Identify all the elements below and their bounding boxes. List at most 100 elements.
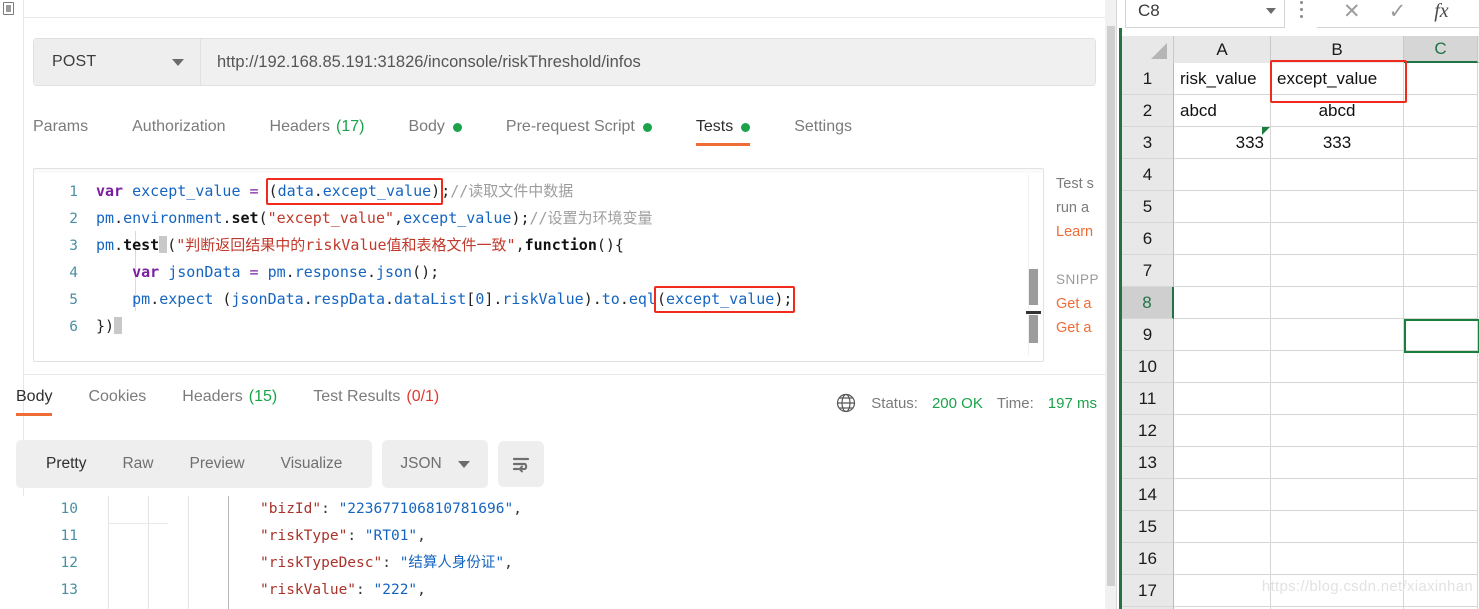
cell-B3[interactable]: 333 — [1271, 127, 1404, 159]
row-header-9[interactable]: 9 — [1122, 319, 1174, 351]
cell-B2[interactable]: abcd — [1271, 95, 1404, 127]
editor-scrollbar-thumb[interactable] — [1029, 269, 1038, 305]
cell-B4[interactable] — [1271, 159, 1404, 191]
row-header-16[interactable]: 16 — [1122, 543, 1174, 575]
cell-A3[interactable]: 333 — [1174, 127, 1271, 159]
cell-B12[interactable] — [1271, 415, 1404, 447]
cell-C4[interactable] — [1404, 159, 1478, 191]
row-header-6[interactable]: 6 — [1122, 223, 1174, 255]
excel-outer-scrollbar[interactable] — [1107, 26, 1115, 586]
row-header-17[interactable]: 17 — [1122, 575, 1174, 607]
cell-A16[interactable] — [1174, 543, 1271, 575]
cell-A1[interactable]: risk_value — [1174, 63, 1271, 95]
viewer-mode-visualize[interactable]: Visualize — [263, 455, 361, 473]
wrap-text-button[interactable] — [497, 441, 544, 487]
cell-B6[interactable] — [1271, 223, 1404, 255]
cell-C12[interactable] — [1404, 415, 1478, 447]
cell-A2[interactable]: abcd — [1174, 95, 1271, 127]
cell-B5[interactable] — [1271, 191, 1404, 223]
cell-B13[interactable] — [1271, 447, 1404, 479]
select-all-corner[interactable] — [1122, 36, 1174, 63]
check-icon[interactable]: ✓ — [1389, 1, 1407, 22]
response-format-selector[interactable]: JSON — [382, 440, 488, 488]
cell-A15[interactable] — [1174, 511, 1271, 543]
insert-function-icon[interactable]: fx — [1434, 1, 1448, 21]
cell-A6[interactable] — [1174, 223, 1271, 255]
cell-B7[interactable] — [1271, 255, 1404, 287]
cell-A5[interactable] — [1174, 191, 1271, 223]
response-json-body[interactable]: 10 "bizId": "223677106810781696", 11 "risk… — [16, 496, 1097, 609]
tab-params[interactable]: Params — [33, 118, 88, 146]
cell-A8[interactable] — [1174, 287, 1271, 319]
cell-B14[interactable] — [1271, 479, 1404, 511]
cell-C15[interactable] — [1404, 511, 1478, 543]
cell-C14[interactable] — [1404, 479, 1478, 511]
response-tab-test-results[interactable]: Test Results (0/1) — [313, 388, 439, 416]
cell-C11[interactable] — [1404, 383, 1478, 415]
cell-C10[interactable] — [1404, 351, 1478, 383]
excel-grid[interactable]: A B C 1 risk_value except_value 2 abcd abcd 3 3… — [1122, 36, 1479, 609]
help-learn-link[interactable]: Learn — [1056, 220, 1104, 244]
globe-icon[interactable] — [835, 392, 857, 414]
row-header-15[interactable]: 15 — [1122, 511, 1174, 543]
cell-B8[interactable] — [1271, 287, 1404, 319]
viewer-mode-preview[interactable]: Preview — [172, 455, 263, 473]
column-header-c[interactable]: C — [1404, 36, 1478, 63]
row-header-8[interactable]: 8 — [1122, 287, 1174, 319]
cell-C16[interactable] — [1404, 543, 1478, 575]
row-header-13[interactable]: 13 — [1122, 447, 1174, 479]
cancel-icon[interactable]: ✕ — [1343, 1, 1361, 22]
cell-A13[interactable] — [1174, 447, 1271, 479]
cell-B15[interactable] — [1271, 511, 1404, 543]
snippet-link-1[interactable]: Get a — [1056, 292, 1104, 316]
cell-A9[interactable] — [1174, 319, 1271, 351]
cell-A7[interactable] — [1174, 255, 1271, 287]
cell-A12[interactable] — [1174, 415, 1271, 447]
tab-body[interactable]: Body — [408, 118, 462, 146]
column-header-a[interactable]: A — [1174, 36, 1271, 63]
http-method-selector[interactable]: POST — [34, 39, 201, 85]
snippet-link-2[interactable]: Get a — [1056, 316, 1104, 340]
viewer-mode-raw[interactable]: Raw — [104, 455, 171, 473]
row-header-3[interactable]: 3 — [1122, 127, 1174, 159]
viewer-mode-pretty[interactable]: Pretty — [28, 455, 104, 473]
row-header-2[interactable]: 2 — [1122, 95, 1174, 127]
cell-A17[interactable] — [1174, 575, 1271, 607]
editor-scrollbar-thumb-secondary[interactable] — [1029, 315, 1038, 343]
response-tab-cookies[interactable]: Cookies — [88, 388, 146, 416]
tab-tests[interactable]: Tests — [695, 118, 751, 146]
tests-script-editor[interactable]: 1 var except_value = (data.except_value);… — [33, 168, 1044, 362]
column-header-b[interactable]: B — [1271, 36, 1404, 63]
cell-B16[interactable] — [1271, 543, 1404, 575]
cell-B9[interactable] — [1271, 319, 1404, 351]
tab-pre-request-script[interactable]: Pre-request Script — [506, 118, 652, 146]
cell-C13[interactable] — [1404, 447, 1478, 479]
row-header-7[interactable]: 7 — [1122, 255, 1174, 287]
tab-headers[interactable]: Headers (17) — [270, 118, 365, 146]
tab-authorization[interactable]: Authorization — [132, 118, 225, 146]
cell-B1[interactable]: except_value — [1271, 63, 1404, 95]
formula-bar-grip[interactable] — [1299, 0, 1303, 22]
cell-A4[interactable] — [1174, 159, 1271, 191]
cell-B11[interactable] — [1271, 383, 1404, 415]
tab-settings[interactable]: Settings — [794, 118, 852, 146]
row-header-11[interactable]: 11 — [1122, 383, 1174, 415]
cell-C3[interactable] — [1404, 127, 1478, 159]
row-header-12[interactable]: 12 — [1122, 415, 1174, 447]
cell-A14[interactable] — [1174, 479, 1271, 511]
response-tab-body[interactable]: Body — [16, 388, 53, 416]
cell-B10[interactable] — [1271, 351, 1404, 383]
row-header-10[interactable]: 10 — [1122, 351, 1174, 383]
cell-C6[interactable] — [1404, 223, 1478, 255]
cell-A10[interactable] — [1174, 351, 1271, 383]
row-header-14[interactable]: 14 — [1122, 479, 1174, 511]
cell-C7[interactable] — [1404, 255, 1478, 287]
cell-C2[interactable] — [1404, 95, 1478, 127]
cell-A11[interactable] — [1174, 383, 1271, 415]
cell-C9[interactable] — [1404, 319, 1478, 351]
cell-C1[interactable] — [1404, 63, 1478, 95]
request-url-input[interactable]: http://192.168.85.191:31826/inconsole/ri… — [201, 39, 1095, 85]
row-header-1[interactable]: 1 — [1122, 63, 1174, 95]
row-header-5[interactable]: 5 — [1122, 191, 1174, 223]
cell-C8[interactable] — [1404, 287, 1478, 319]
